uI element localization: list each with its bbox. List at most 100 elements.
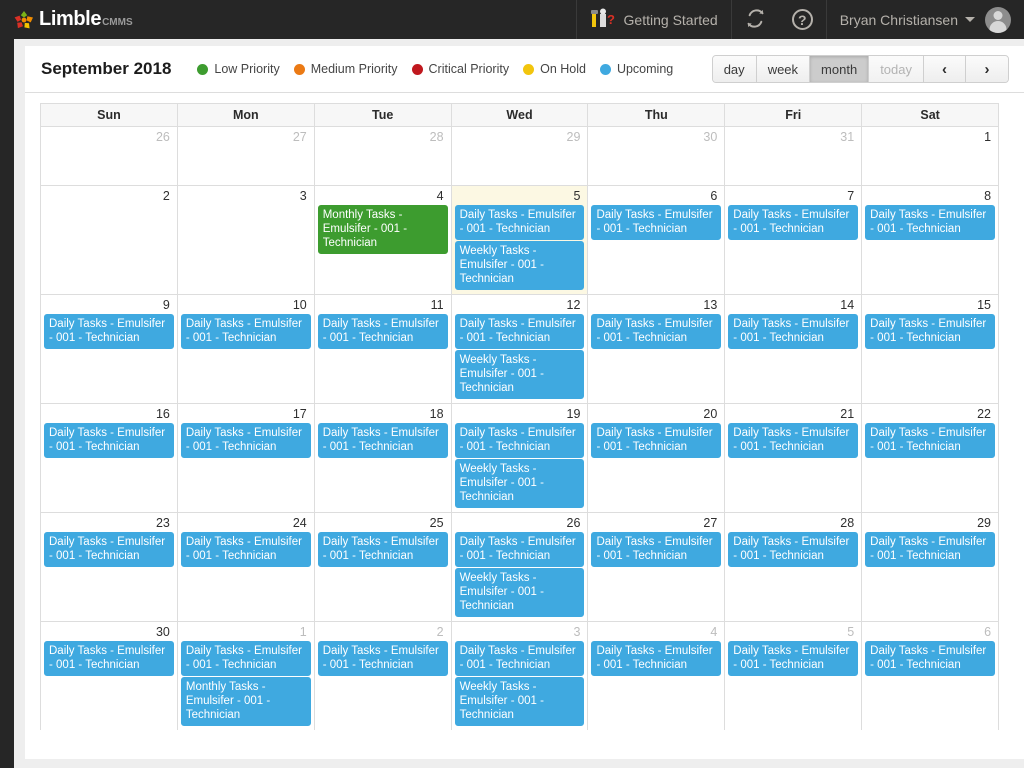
day-cell-28[interactable]: 28 Daily Tasks - Emulsifer - 001 - Techni… — [725, 513, 863, 621]
day-cell-10[interactable]: 10 Daily Tasks - Emulsifer - 001 - Techni… — [178, 295, 315, 403]
day-cell-29[interactable]: 29 Daily Tasks - Emulsifer - 001 - Techni… — [862, 513, 998, 621]
day-number[interactable]: 27 — [180, 127, 312, 146]
day-cell-26[interactable]: 26 — [41, 127, 178, 185]
day-cell-26[interactable]: 26 Daily Tasks - Emulsifer - 001 - Techni… — [452, 513, 589, 621]
day-cell-30[interactable]: 30 — [588, 127, 726, 185]
day-cell-23[interactable]: 23 Daily Tasks - Emulsifer - 001 - Techni… — [41, 513, 178, 621]
day-number[interactable]: 15 — [864, 295, 996, 314]
calendar-event[interactable]: Daily Tasks - Emulsifer - 001 - Technici… — [44, 314, 174, 349]
calendar-event[interactable]: Daily Tasks - Emulsifer - 001 - Technici… — [317, 314, 448, 349]
calendar-event[interactable]: Monthly Tasks - Emulsifer - 001 - Techni… — [317, 205, 448, 254]
day-number[interactable]: 27 — [590, 513, 722, 532]
day-cell-2[interactable]: 2 — [41, 186, 178, 294]
calendar-event[interactable]: Daily Tasks - Emulsifer - 001 - Technici… — [454, 205, 585, 240]
calendar-event[interactable]: Daily Tasks - Emulsifer - 001 - Technici… — [317, 641, 448, 676]
calendar-event[interactable]: Daily Tasks - Emulsifer - 001 - Technici… — [591, 423, 722, 458]
day-cell-31[interactable]: 31 — [725, 127, 863, 185]
day-number[interactable]: 10 — [180, 295, 312, 314]
calendar-event[interactable]: Daily Tasks - Emulsifer - 001 - Technici… — [865, 423, 996, 458]
day-cell-30[interactable]: 30 Daily Tasks - Emulsifer - 001 - Techni… — [41, 622, 178, 730]
calendar-event[interactable]: Daily Tasks - Emulsifer - 001 - Technici… — [180, 423, 311, 458]
view-button-month[interactable]: month — [810, 56, 870, 82]
day-cell-5[interactable]: 5 Daily Tasks - Emulsifer - 001 - Technic… — [725, 622, 863, 730]
day-cell-1[interactable]: 1 Daily Tasks - Emulsifer - 001 - Technic… — [178, 622, 315, 730]
calendar-event[interactable]: Daily Tasks - Emulsifer - 001 - Technici… — [454, 423, 585, 458]
calendar-event[interactable]: Weekly Tasks - Emulsifer - 001 - Technic… — [454, 241, 585, 290]
day-cell-27[interactable]: 27 Daily Tasks - Emulsifer - 001 - Techni… — [588, 513, 726, 621]
day-number[interactable]: 18 — [317, 404, 449, 423]
day-number[interactable]: 23 — [43, 513, 175, 532]
day-number[interactable]: 3 — [180, 186, 312, 205]
calendar-event[interactable]: Weekly Tasks - Emulsifer - 001 - Technic… — [454, 568, 585, 617]
app-logo[interactable]: Limble CMMS — [0, 0, 133, 39]
day-number[interactable]: 1 — [180, 622, 312, 641]
day-cell-4[interactable]: 4 Daily Tasks - Emulsifer - 001 - Technic… — [588, 622, 726, 730]
legend-item-critical[interactable]: Critical Priority — [411, 62, 509, 76]
day-number[interactable]: 20 — [590, 404, 722, 423]
day-number[interactable]: 30 — [43, 622, 175, 641]
calendar-event[interactable]: Monthly Tasks - Emulsifer - 001 - Techni… — [180, 677, 311, 726]
day-number[interactable]: 14 — [727, 295, 859, 314]
day-number[interactable]: 11 — [317, 295, 449, 314]
day-cell-5[interactable]: 5 Daily Tasks - Emulsifer - 001 - Technic… — [451, 186, 589, 294]
calendar-event[interactable]: Daily Tasks - Emulsifer - 001 - Technici… — [728, 205, 859, 240]
day-number[interactable]: 25 — [317, 513, 449, 532]
day-number[interactable]: 5 — [727, 622, 859, 641]
day-number[interactable]: 30 — [590, 127, 722, 146]
day-number[interactable]: 16 — [43, 404, 175, 423]
calendar-event[interactable]: Daily Tasks - Emulsifer - 001 - Technici… — [865, 314, 996, 349]
day-number[interactable]: 7 — [727, 186, 859, 205]
day-cell-3[interactable]: 3 — [178, 186, 315, 294]
day-cell-6[interactable]: 6 Daily Tasks - Emulsifer - 001 - Technic… — [862, 622, 998, 730]
day-number[interactable]: 22 — [864, 404, 996, 423]
day-cell-25[interactable]: 25 Daily Tasks - Emulsifer - 001 - Techni… — [315, 513, 452, 621]
day-number[interactable]: 6 — [864, 622, 996, 641]
day-cell-17[interactable]: 17 Daily Tasks - Emulsifer - 001 - Techni… — [178, 404, 315, 512]
day-cell-14[interactable]: 14 Daily Tasks - Emulsifer - 001 - Techni… — [725, 295, 863, 403]
calendar-event[interactable]: Weekly Tasks - Emulsifer - 001 - Technic… — [454, 459, 585, 508]
day-cell-27[interactable]: 27 — [178, 127, 315, 185]
view-button-day[interactable]: day — [712, 56, 757, 82]
day-cell-11[interactable]: 11 Daily Tasks - Emulsifer - 001 - Techni… — [315, 295, 452, 403]
refresh-button[interactable] — [732, 0, 779, 39]
day-number[interactable]: 17 — [180, 404, 312, 423]
getting-started-button[interactable]: ? Getting Started — [577, 0, 731, 39]
calendar-event[interactable]: Daily Tasks - Emulsifer - 001 - Technici… — [180, 532, 311, 567]
day-cell-12[interactable]: 12 Daily Tasks - Emulsifer - 001 - Techni… — [452, 295, 589, 403]
day-number[interactable]: 29 — [864, 513, 996, 532]
day-cell-1[interactable]: 1 — [862, 127, 998, 185]
calendar-event[interactable]: Daily Tasks - Emulsifer - 001 - Technici… — [180, 641, 311, 676]
calendar-event[interactable]: Daily Tasks - Emulsifer - 001 - Technici… — [728, 532, 859, 567]
day-number[interactable]: 29 — [454, 127, 586, 146]
help-button[interactable]: ? — [779, 0, 826, 39]
calendar-event[interactable]: Weekly Tasks - Emulsifer - 001 - Technic… — [454, 350, 585, 399]
day-cell-16[interactable]: 16 Daily Tasks - Emulsifer - 001 - Techni… — [41, 404, 178, 512]
day-number[interactable]: 26 — [454, 513, 586, 532]
day-cell-2[interactable]: 2 Daily Tasks - Emulsifer - 001 - Technic… — [315, 622, 452, 730]
day-cell-7[interactable]: 7 Daily Tasks - Emulsifer - 001 - Technic… — [725, 186, 863, 294]
calendar-event[interactable]: Daily Tasks - Emulsifer - 001 - Technici… — [44, 423, 174, 458]
day-cell-6[interactable]: 6 Daily Tasks - Emulsifer - 001 - Technic… — [588, 186, 726, 294]
calendar-event[interactable]: Daily Tasks - Emulsifer - 001 - Technici… — [44, 532, 174, 567]
calendar-event[interactable]: Weekly Tasks - Emulsifer - 001 - Technic… — [454, 677, 585, 726]
day-number[interactable]: 28 — [727, 513, 859, 532]
day-cell-22[interactable]: 22 Daily Tasks - Emulsifer - 001 - Techni… — [862, 404, 998, 512]
day-cell-8[interactable]: 8 Daily Tasks - Emulsifer - 001 - Technic… — [862, 186, 998, 294]
day-cell-9[interactable]: 9 Daily Tasks - Emulsifer - 001 - Technic… — [41, 295, 178, 403]
calendar-event[interactable]: Daily Tasks - Emulsifer - 001 - Technici… — [317, 532, 448, 567]
legend-item-medium[interactable]: Medium Priority — [293, 62, 398, 76]
day-cell-28[interactable]: 28 — [315, 127, 452, 185]
calendar-event[interactable]: Daily Tasks - Emulsifer - 001 - Technici… — [728, 423, 859, 458]
calendar-event[interactable]: Daily Tasks - Emulsifer - 001 - Technici… — [180, 314, 311, 349]
day-number[interactable]: 28 — [317, 127, 449, 146]
day-cell-21[interactable]: 21 Daily Tasks - Emulsifer - 001 - Techni… — [725, 404, 863, 512]
day-cell-4[interactable]: 4 Monthly Tasks - Emulsifer - 001 - Techn… — [315, 186, 452, 294]
calendar-event[interactable]: Daily Tasks - Emulsifer - 001 - Technici… — [44, 641, 174, 676]
calendar-event[interactable]: Daily Tasks - Emulsifer - 001 - Technici… — [591, 641, 722, 676]
calendar-event[interactable]: Daily Tasks - Emulsifer - 001 - Technici… — [454, 641, 585, 676]
calendar-event[interactable]: Daily Tasks - Emulsifer - 001 - Technici… — [865, 205, 996, 240]
day-number[interactable]: 4 — [317, 186, 449, 205]
day-number[interactable]: 26 — [43, 127, 175, 146]
day-number[interactable]: 19 — [454, 404, 586, 423]
day-number[interactable]: 5 — [454, 186, 586, 205]
